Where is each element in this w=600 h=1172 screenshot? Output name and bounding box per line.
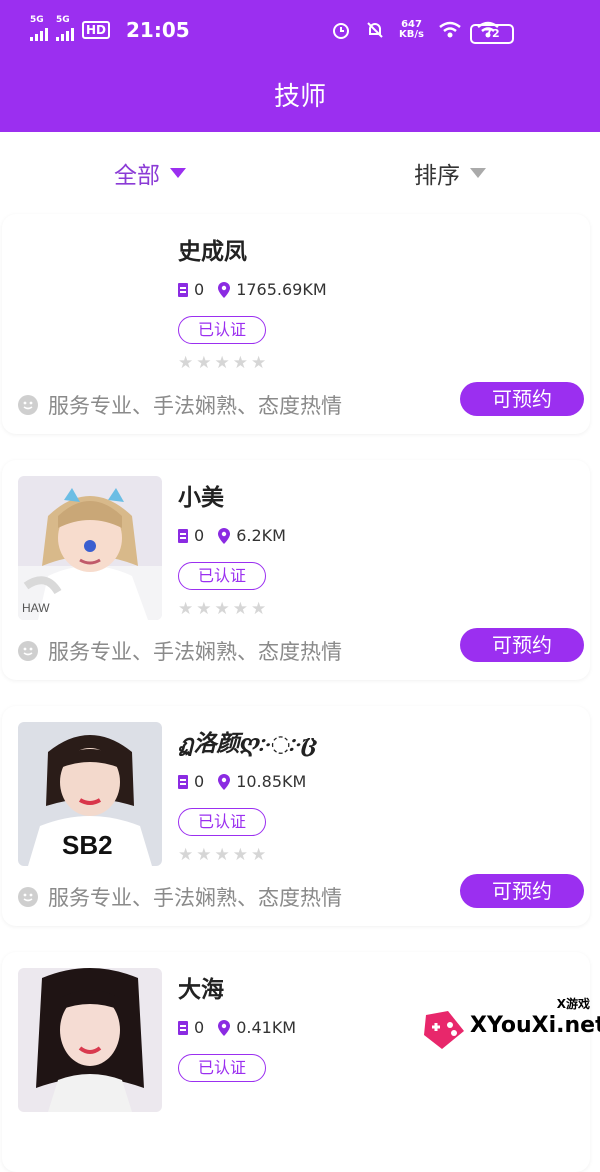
star-icon: ★ [251, 599, 267, 619]
order-count: 0 [194, 772, 205, 791]
status-bar: 5G 5G HD 21:05 647 KB/s 72 [0, 0, 600, 68]
distance: 10.85KM [236, 772, 307, 791]
order-icon [178, 1020, 188, 1035]
star-icon: ★ [251, 353, 267, 373]
order-icon [178, 282, 188, 297]
gamepad-logo-icon [424, 1011, 464, 1049]
technician-card[interactable]: 史成凤 0 1765.69KM 已认证 ★ ★ ★ ★ ★ 服务专业、手法娴熟、… [2, 214, 590, 434]
clock-time: 21:05 [126, 18, 190, 42]
wifi-icon [439, 21, 461, 38]
alarm-icon [333, 23, 350, 39]
distance: 6.2KM [236, 526, 286, 545]
mute-bell-icon [367, 22, 383, 38]
certified-badge: 已认证 [178, 562, 266, 590]
description-text: 服务专业、手法娴熟、态度热情 [48, 394, 342, 418]
filter-all-label: 全部 [114, 163, 160, 189]
watermark-small-text: X游戏 [556, 997, 590, 1011]
order-count: 0 [194, 1018, 205, 1037]
technician-description: 服务专业、手法娴熟、态度热情 [18, 390, 342, 420]
star-icon: ★ [251, 845, 267, 865]
sort-dropdown[interactable]: 排序 [414, 156, 486, 190]
technician-meta: 0 0.41KM [178, 1018, 296, 1037]
star-icon: ★ [214, 353, 230, 373]
chevron-down-icon [170, 168, 186, 178]
star-icon: ★ [196, 599, 212, 619]
technician-card[interactable]: 大海 0 0.41KM 已认证 [2, 952, 590, 1172]
avatar: HAW [18, 476, 162, 620]
smile-icon [18, 641, 38, 661]
page-title: 技师 [0, 68, 600, 132]
net-speed-unit: KB/s [399, 29, 424, 40]
technician-name: 大海 [178, 977, 224, 1003]
watermark-text: XYouXi.net [470, 1013, 600, 1038]
avatar [18, 968, 162, 1112]
distance: 1765.69KM [236, 280, 327, 299]
location-pin-icon [218, 281, 231, 298]
chevron-down-icon [470, 168, 486, 178]
net-speed: 647 KB/s [399, 20, 424, 40]
status-left: 5G 5G HD 21:05 [30, 15, 190, 42]
filter-bar: 全部 排序 [0, 132, 600, 208]
rating-stars: ★ ★ ★ ★ ★ [178, 846, 266, 864]
svg-text:SB2: SB2 [62, 830, 113, 860]
signal-label-2: 5G [56, 15, 70, 25]
star-icon: ★ [178, 845, 194, 865]
technician-description: 服务专业、手法娴熟、态度热情 [18, 636, 342, 666]
location-pin-icon [218, 1019, 231, 1036]
rating-stars: ★ ★ ★ ★ ★ [178, 354, 266, 372]
battery-level: 72 [470, 24, 514, 44]
book-button[interactable]: 可预约 [460, 874, 584, 908]
order-count: 0 [194, 526, 205, 545]
certified-badge: 已认证 [178, 316, 266, 344]
book-button[interactable]: 可预约 [460, 628, 584, 662]
order-count: 0 [194, 280, 205, 299]
description-text: 服务专业、手法娴熟、态度热情 [48, 640, 342, 664]
technician-meta: 0 6.2KM [178, 526, 286, 545]
certified-badge: 已认证 [178, 808, 266, 836]
certified-badge: 已认证 [178, 1054, 266, 1082]
technician-name: ฏ洛颜ღ჻◌჻ც [178, 730, 318, 757]
star-icon: ★ [232, 353, 248, 373]
order-icon [178, 528, 188, 543]
star-icon: ★ [214, 845, 230, 865]
rating-stars: ★ ★ ★ ★ ★ [178, 600, 266, 618]
signal-icon: 5G [30, 15, 48, 41]
hd-icon: HD [82, 21, 111, 39]
star-icon: ★ [196, 353, 212, 373]
star-icon: ★ [214, 599, 230, 619]
watermark: X游戏 XYouXi.net [420, 997, 600, 1055]
smile-icon [18, 395, 38, 415]
distance: 0.41KM [236, 1018, 297, 1037]
smile-icon [18, 887, 38, 907]
order-icon [178, 774, 188, 789]
star-icon: ★ [178, 599, 194, 619]
avatar [18, 230, 162, 374]
technician-description: 服务专业、手法娴熟、态度热情 [18, 882, 342, 912]
star-icon: ★ [178, 353, 194, 373]
technician-meta: 0 1765.69KM [178, 280, 327, 299]
technician-meta: 0 10.85KM [178, 772, 306, 791]
location-pin-icon [218, 773, 231, 790]
description-text: 服务专业、手法娴熟、态度热情 [48, 886, 342, 910]
avatar: SB2 [18, 722, 162, 866]
filter-all-dropdown[interactable]: 全部 [114, 156, 186, 190]
svg-text:HAW: HAW [22, 601, 50, 615]
star-icon: ★ [232, 845, 248, 865]
location-pin-icon [218, 527, 231, 544]
technician-name: 小美 [178, 485, 224, 511]
technician-card[interactable]: HAW 小美 0 6.2KM 已认证 ★ ★ ★ ★ ★ 服务专业、手法娴熟、态… [2, 460, 590, 680]
signal-icon-2: 5G [56, 15, 74, 41]
book-button[interactable]: 可预约 [460, 382, 584, 416]
star-icon: ★ [196, 845, 212, 865]
technician-card[interactable]: SB2 ฏ洛颜ღ჻◌჻ც 0 10.85KM 已认证 ★ ★ ★ ★ ★ 服务专… [2, 706, 590, 926]
technician-name: 史成凤 [178, 239, 247, 265]
star-icon: ★ [232, 599, 248, 619]
sort-label: 排序 [414, 163, 460, 189]
signal-label: 5G [30, 15, 44, 25]
